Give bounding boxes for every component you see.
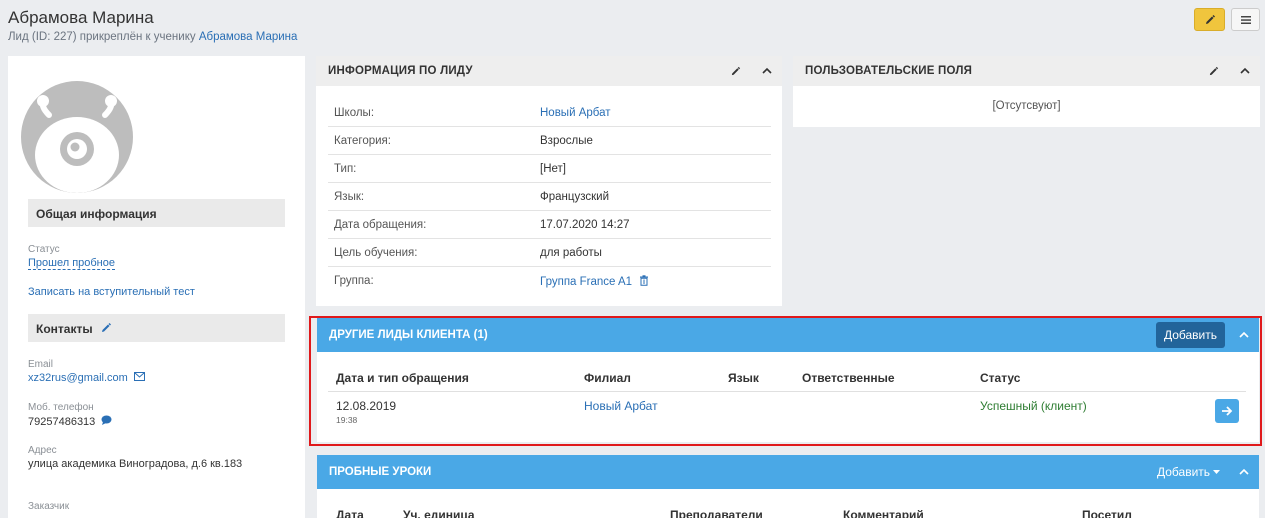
caret-down-icon	[1213, 470, 1221, 474]
address-value: улица академика Виноградова, д.6 кв.183	[28, 458, 243, 470]
phone-value: 79257486313	[28, 416, 96, 428]
group-link[interactable]: Группа France A1	[540, 276, 632, 288]
contacts-heading: Контакты	[28, 314, 285, 342]
lead-info-row: Категория: Взрослые	[328, 127, 771, 155]
lead-info-row: Цель обучения: для работы	[328, 239, 771, 267]
chat-bubble-icon[interactable]	[101, 415, 112, 425]
other-leads-title: ДРУГИЕ ЛИДЫ КЛИЕНТА (1)	[329, 329, 488, 341]
customer-label: Заказчик	[28, 501, 70, 512]
hamburger-icon	[1240, 15, 1251, 24]
avatar-placeholder-icon	[35, 95, 119, 193]
subtitle-text: Лид (ID: 227) прикреплён к ученику	[8, 31, 196, 43]
trial-lessons-header: ПРОБНЫЕ УРОКИ	[317, 455, 1259, 489]
col-status: Статус	[980, 371, 1021, 385]
other-leads-header: ДРУГИЕ ЛИДЫ КЛИЕНТА (1)	[317, 318, 1259, 352]
col-trial-date: Дата	[336, 508, 364, 518]
phone-label: Моб. телефон	[28, 402, 94, 413]
col-trial-teachers: Преподаватели	[670, 508, 763, 518]
pencil-icon	[1205, 14, 1215, 24]
status-label: Статус	[28, 244, 60, 255]
status-value[interactable]: Прошел пробное	[28, 257, 115, 270]
custom-fields-header: ПОЛЬЗОВАТЕЛЬСКИЕ ПОЛЯ	[793, 56, 1260, 86]
custom-fields-panel: ПОЛЬЗОВАТЕЛЬСКИЕ ПОЛЯ [Отсутсвуют]	[793, 56, 1260, 127]
chevron-up-icon[interactable]	[1239, 468, 1249, 476]
address-label: Адрес	[28, 445, 57, 456]
divider	[328, 391, 1246, 392]
trial-lessons-title: ПРОБНЫЕ УРОКИ	[329, 466, 432, 478]
col-responsible: Ответственные	[802, 371, 895, 385]
lead-date: 12.08.2019	[336, 399, 397, 413]
student-link[interactable]: Абрамова Марина	[199, 31, 298, 43]
page-subtitle: Лид (ID: 227) прикреплён к ученику Абрам…	[8, 31, 297, 43]
general-info-heading: Общая информация	[28, 199, 285, 227]
lead-info-row: Тип: [Нет]	[328, 155, 771, 183]
arrow-right-icon	[1222, 406, 1233, 416]
col-trial-comment: Комментарий	[843, 508, 924, 518]
lead-info-header: ИНФОРМАЦИЯ ПО ЛИДУ	[316, 56, 782, 86]
col-branch: Филиал	[584, 371, 631, 385]
trial-lessons-panel: ПРОБНЫЕ УРОКИ Добавить Дата Уч. единица …	[317, 455, 1259, 518]
open-lead-button[interactable]	[1215, 399, 1239, 423]
add-lead-button[interactable]: Добавить	[1156, 322, 1225, 348]
chevron-up-icon[interactable]	[1239, 331, 1249, 339]
contacts-title: Контакты	[36, 322, 93, 336]
chevron-up-icon[interactable]	[1240, 67, 1250, 75]
profile-card: Общая информация Статус Прошел пробное З…	[8, 56, 305, 518]
add-trial-label: Добавить	[1157, 465, 1211, 479]
envelope-icon[interactable]	[133, 372, 145, 381]
lead-time: 19:38	[336, 415, 358, 425]
page-title: Абрамова Марина	[8, 8, 154, 27]
email-value[interactable]: xz32rus@gmail.com	[28, 372, 128, 384]
col-language: Язык	[728, 371, 759, 385]
avatar	[21, 81, 133, 193]
chevron-up-icon[interactable]	[762, 67, 772, 75]
lead-info-row: Дата обращения: 17.07.2020 14:27	[328, 211, 771, 239]
edit-button[interactable]	[1194, 8, 1225, 31]
lead-info-row: Язык: Французский	[328, 183, 771, 211]
lead-info-row: Школы: Новый Арбат	[328, 99, 771, 127]
other-leads-panel: ДРУГИЕ ЛИДЫ КЛИЕНТА (1) Добавить Дата и …	[317, 318, 1259, 442]
custom-fields-title: ПОЛЬЗОВАТЕЛЬСКИЕ ПОЛЯ	[805, 65, 973, 77]
email-label: Email	[28, 359, 54, 370]
pencil-icon[interactable]	[1208, 66, 1219, 77]
lead-info-title: ИНФОРМАЦИЯ ПО ЛИДУ	[328, 65, 473, 77]
lead-status: Успешный (клиент)	[980, 399, 1087, 413]
col-trial-attended: Посетил	[1082, 508, 1132, 518]
menu-button[interactable]	[1231, 8, 1260, 31]
lead-info-row: Группа: Группа France A1	[328, 267, 771, 295]
custom-fields-empty: [Отсутсвуют]	[992, 100, 1061, 112]
lead-info-panel: ИНФОРМАЦИЯ ПО ЛИДУ Школы: Новый Арбат Кат…	[316, 56, 782, 306]
school-link[interactable]: Новый Арбат	[540, 107, 611, 119]
col-date: Дата и тип обращения	[336, 371, 469, 385]
add-trial-dropdown[interactable]: Добавить	[1157, 465, 1221, 479]
trash-icon[interactable]	[639, 275, 649, 286]
lead-branch-link[interactable]: Новый Арбат	[584, 399, 658, 413]
pencil-icon[interactable]	[100, 322, 112, 334]
entry-test-link[interactable]: Записать на вступительный тест	[28, 286, 195, 298]
col-trial-unit: Уч. единица	[403, 508, 475, 518]
pencil-icon[interactable]	[730, 66, 741, 77]
